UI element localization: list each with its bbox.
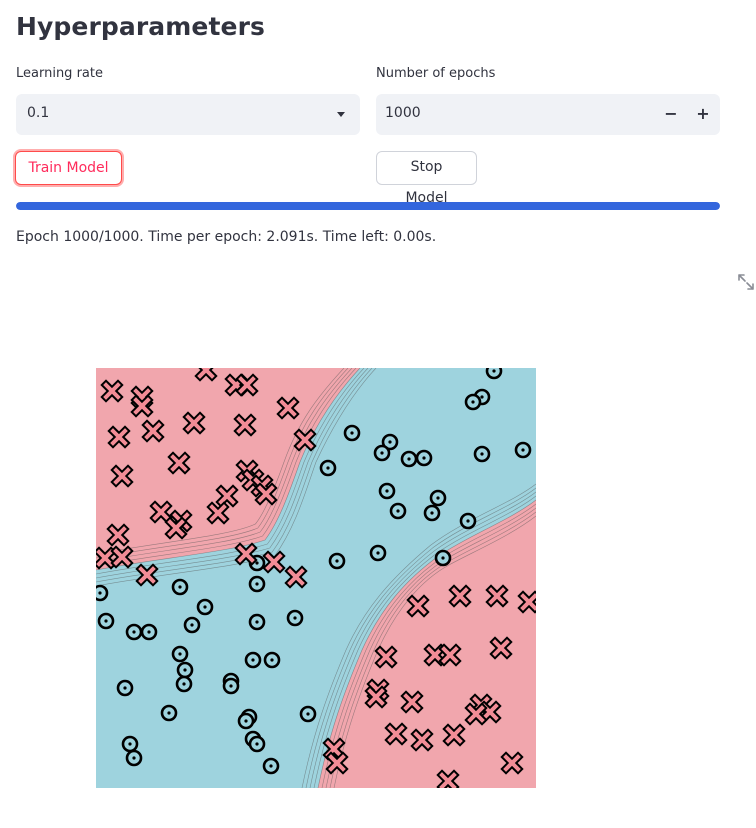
cross-marker (400, 690, 424, 714)
chevron-down-icon (337, 112, 345, 117)
circle-marker (183, 616, 201, 634)
cross-marker (410, 728, 434, 752)
cross-marker (293, 428, 317, 452)
circle-marker (171, 645, 189, 663)
cross-marker (233, 413, 257, 437)
circle-marker (97, 612, 115, 630)
cross-marker (364, 685, 388, 709)
circle-marker (328, 552, 346, 570)
cross-marker (215, 484, 239, 508)
cross-marker (442, 723, 466, 747)
training-status-text: Epoch 1000/1000. Time per epoch: 2.091s.… (16, 229, 437, 245)
decision-boundary-plot (96, 368, 536, 788)
circle-marker (171, 578, 189, 596)
circle-marker (125, 749, 143, 767)
circle-marker (263, 651, 281, 669)
learning-rate-label: Learning rate (16, 66, 103, 81)
circle-marker (160, 704, 178, 722)
circle-marker (319, 459, 337, 477)
cross-marker (448, 584, 472, 608)
cross-marker (464, 702, 488, 726)
circle-marker (485, 368, 503, 380)
circle-marker (514, 441, 532, 459)
cross-marker (517, 590, 536, 614)
cross-marker (325, 751, 349, 775)
cross-marker (254, 482, 278, 506)
cross-marker (276, 396, 300, 420)
circle-marker (373, 444, 391, 462)
circle-marker (262, 757, 280, 775)
cross-marker (406, 594, 430, 618)
train-model-button[interactable]: Train Model (15, 151, 122, 185)
cross-marker (182, 411, 206, 435)
cross-marker (135, 563, 159, 587)
circle-marker (222, 677, 240, 695)
circle-marker (389, 502, 407, 520)
cross-marker (374, 645, 398, 669)
cross-marker (500, 751, 524, 775)
cross-marker (164, 516, 188, 540)
fullscreen-icon[interactable] (736, 272, 756, 292)
cross-marker (100, 379, 124, 403)
circle-marker (96, 584, 109, 602)
circle-marker (423, 504, 441, 522)
circle-marker (248, 735, 266, 753)
circle-marker (378, 482, 396, 500)
circle-marker (415, 449, 433, 467)
cross-marker (485, 584, 509, 608)
circle-marker (121, 735, 139, 753)
progress-bar (16, 202, 720, 210)
cross-marker (489, 636, 513, 660)
cross-marker (107, 425, 131, 449)
cross-marker (384, 722, 408, 746)
circle-marker (434, 549, 452, 567)
circle-marker (125, 623, 143, 641)
cross-marker (110, 545, 134, 569)
circle-marker (299, 705, 317, 723)
circle-marker (175, 675, 193, 693)
cross-marker (110, 464, 134, 488)
cross-marker (423, 643, 447, 667)
stop-model-button[interactable]: Stop Model (376, 151, 477, 206)
circle-marker (286, 609, 304, 627)
circle-marker (248, 613, 266, 631)
cross-marker (130, 394, 154, 418)
cross-marker (234, 542, 258, 566)
circle-marker (116, 679, 134, 697)
epochs-number-input[interactable]: 1000 − + (376, 94, 720, 135)
cross-marker (96, 546, 117, 570)
progress-fill (16, 202, 720, 210)
page-title: Hyperparameters (16, 12, 265, 41)
circle-marker (459, 512, 477, 530)
cross-marker (284, 565, 308, 589)
cross-marker (194, 368, 218, 382)
epochs-label: Number of epochs (376, 66, 496, 81)
circle-marker (140, 623, 158, 641)
cross-marker (141, 419, 165, 443)
decrement-button[interactable]: − (656, 100, 686, 129)
circle-marker (429, 489, 447, 507)
cross-marker (149, 500, 173, 524)
epochs-value[interactable]: 1000 (385, 105, 421, 121)
circle-marker (400, 450, 418, 468)
cross-marker (262, 550, 286, 574)
cross-marker (235, 373, 259, 397)
circle-marker (248, 575, 266, 593)
cross-marker (206, 501, 230, 525)
circle-marker (244, 651, 262, 669)
circle-marker (369, 544, 387, 562)
circle-marker (196, 598, 214, 616)
circle-marker (176, 661, 194, 679)
cross-marker (106, 523, 130, 547)
cross-marker (436, 769, 460, 788)
circle-marker (343, 424, 361, 442)
increment-button[interactable]: + (688, 100, 718, 129)
circle-marker (237, 712, 255, 730)
learning-rate-value: 0.1 (27, 105, 50, 121)
learning-rate-select[interactable]: 0.1 (16, 94, 360, 135)
cross-marker (438, 643, 462, 667)
cross-marker (167, 451, 191, 475)
circle-marker (473, 445, 491, 463)
circle-marker (464, 393, 482, 411)
